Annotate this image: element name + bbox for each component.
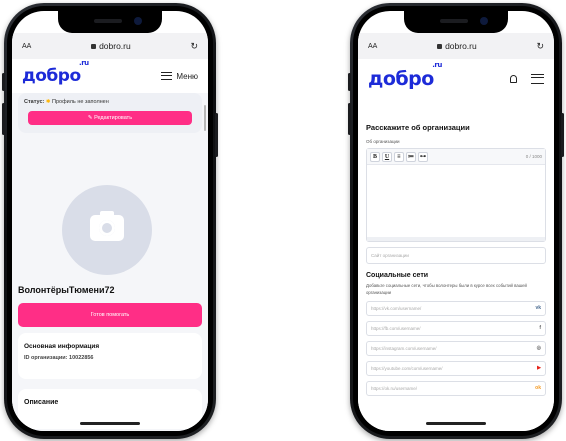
social-hint: Добавьте социальные сети, чтобы волонтер… — [366, 283, 527, 295]
ready-to-help-button[interactable]: Готов помогать — [18, 303, 202, 327]
url-field[interactable]: dobro.ru — [31, 41, 190, 51]
site-input[interactable]: Сайт организации — [366, 247, 546, 264]
phone-left: AA dobro.ru ↻ добро .ru Меню Статус: ✱ П… — [2, 3, 218, 439]
logo-suffix: .ru — [79, 59, 89, 67]
notch — [404, 11, 508, 33]
hamburger-icon — [161, 72, 173, 80]
avatar[interactable] — [62, 185, 152, 275]
vk-input[interactable]: https://vk.com/username/ vk — [366, 301, 546, 316]
logo-suffix: .ru — [432, 61, 442, 69]
url-field[interactable]: dobro.ru — [377, 41, 536, 51]
editor-toolbar: B U ≡ ≔ ⊶ 0 / 1000 — [367, 149, 545, 165]
info-card: Основная информация ID организации: 1002… — [18, 333, 202, 379]
resize-handle[interactable] — [367, 237, 545, 241]
facebook-placeholder: https://fb.com/username/ — [371, 326, 421, 331]
info-title: Основная информация — [24, 343, 100, 350]
org-name: ВолонтёрыТюмени72 — [18, 285, 115, 295]
address-bar[interactable]: AA dobro.ru ↻ — [358, 33, 554, 59]
mute-switch — [2, 73, 5, 91]
ok-input[interactable]: https://ok.ru/username/ ok — [366, 381, 546, 396]
url-text: dobro.ru — [99, 41, 131, 51]
status-value: Профиль не заполнен — [52, 99, 109, 105]
power-button — [215, 113, 218, 157]
org-form: Расскажите об организации Об организации… — [358, 93, 554, 431]
instagram-icon: ◎ — [536, 345, 541, 351]
address-bar[interactable]: AA dobro.ru ↻ — [12, 33, 208, 59]
notch — [58, 11, 162, 33]
org-id: ID организации: 10022856 — [24, 355, 94, 361]
camera-icon — [90, 211, 124, 241]
profile-page: Статус: ✱ Профиль не заполнен ✎ Редактир… — [12, 93, 208, 431]
hamburger-icon[interactable] — [531, 74, 544, 84]
status-card: Статус: ✱ Профиль не заполнен ✎ Редактир… — [18, 93, 202, 133]
bold-button[interactable]: B — [370, 151, 380, 162]
menu-label: Меню — [176, 71, 198, 81]
phone-right: AA dobro.ru ↻ добро .ru Расскажите об ор… — [348, 3, 564, 439]
power-button — [561, 113, 564, 157]
facebook-icon: f — [539, 325, 541, 331]
youtube-icon: ▶ — [537, 365, 541, 371]
numbered-list-button[interactable]: ≔ — [406, 151, 416, 162]
text-size-button[interactable]: AA — [22, 43, 31, 50]
youtube-input[interactable]: https://youtube.com/com/username/ ▶ — [366, 361, 546, 376]
bell-icon[interactable] — [510, 75, 517, 83]
home-indicator[interactable] — [426, 422, 486, 425]
logo-text: добро — [22, 66, 81, 86]
about-label: Об организации — [366, 139, 400, 144]
instagram-input[interactable]: https://instagram.com/username/ ◎ — [366, 341, 546, 356]
vk-placeholder: https://vk.com/username/ — [371, 306, 422, 311]
youtube-placeholder: https://youtube.com/com/username/ — [371, 366, 443, 371]
menu-button[interactable]: Меню — [161, 72, 198, 81]
about-editor[interactable]: B U ≡ ≔ ⊶ 0 / 1000 — [366, 148, 546, 242]
social-title: Социальные сети — [366, 272, 429, 279]
edit-button[interactable]: ✎ Редактировать — [28, 111, 192, 125]
char-counter: 0 / 1000 — [525, 154, 542, 159]
home-indicator[interactable] — [80, 422, 140, 425]
status-label: Статус: — [24, 99, 45, 105]
url-text: dobro.ru — [445, 41, 477, 51]
facebook-input[interactable]: https://fb.com/username/ f — [366, 321, 546, 336]
site-header: добро .ru Меню — [12, 59, 208, 93]
reload-icon[interactable]: ↻ — [190, 41, 198, 52]
volume-up-button — [348, 103, 351, 135]
instagram-placeholder: https://instagram.com/username/ — [371, 346, 437, 351]
status-line: Статус: ✱ Профиль не заполнен — [24, 99, 196, 105]
vk-icon: vk — [535, 305, 541, 311]
ok-icon: ok — [535, 385, 541, 391]
logo[interactable]: добро .ru — [368, 61, 442, 90]
ok-placeholder: https://ok.ru/username/ — [371, 386, 418, 391]
logo-text: добро — [368, 68, 434, 90]
reload-icon[interactable]: ↻ — [536, 41, 544, 52]
form-title: Расскажите об организации — [366, 123, 470, 132]
edit-button-label: Редактировать — [94, 115, 133, 121]
link-button[interactable]: ⊶ — [418, 151, 428, 162]
scrollbar[interactable] — [204, 105, 206, 131]
text-size-button[interactable]: AA — [368, 43, 377, 50]
screen-left: AA dobro.ru ↻ добро .ru Меню Статус: ✱ П… — [12, 11, 208, 431]
lock-icon — [91, 44, 97, 49]
stage: AA dobro.ru ↻ добро .ru Меню Статус: ✱ П… — [0, 0, 566, 441]
description-title: Описание — [24, 399, 59, 406]
screen-right: AA dobro.ru ↻ добро .ru Расскажите об ор… — [358, 11, 554, 431]
mute-switch — [348, 73, 351, 91]
bullet-list-button[interactable]: ≡ — [394, 151, 404, 162]
header-actions — [510, 74, 544, 84]
logo[interactable]: добро .ru — [22, 59, 89, 86]
volume-up-button — [2, 103, 5, 135]
star-icon: ✱ — [45, 99, 51, 105]
underline-button[interactable]: U — [382, 151, 392, 162]
lock-icon — [437, 44, 443, 49]
